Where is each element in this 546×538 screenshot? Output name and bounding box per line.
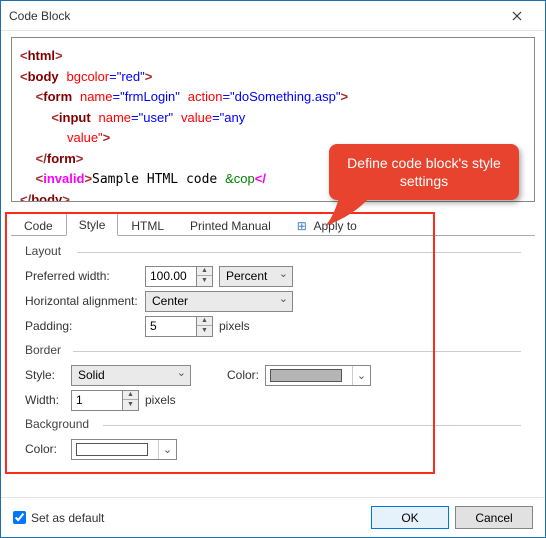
preferred-width-stepper[interactable]: ▲▼ [145,266,213,287]
background-group: Background Color: ⌄ [25,417,521,460]
tab-code[interactable]: Code [11,214,66,236]
border-width-unit: pixels [145,393,176,407]
callout-line1: Define code block's style [347,155,501,171]
step-up-icon[interactable]: ▲ [197,267,212,277]
titlebar: Code Block [1,1,545,31]
layout-legend: Layout [25,244,521,262]
width-unit-select[interactable]: PercentPixels [219,266,293,287]
border-width-label: Width: [25,393,71,407]
color-swatch [76,443,148,456]
border-color-label: Color: [227,368,259,382]
stepper-buttons[interactable]: ▲▼ [196,267,212,286]
code-block-dialog: Code Block <html> <body bgcolor="red"> <… [0,0,546,538]
step-up-icon[interactable]: ▲ [197,317,212,327]
step-up-icon[interactable]: ▲ [123,391,138,401]
callout-tail-icon [329,198,377,228]
bg-color-label: Color: [25,442,71,456]
bg-color-picker[interactable]: ⌄ [71,439,177,460]
stepper-buttons[interactable]: ▲▼ [196,317,212,336]
step-down-icon[interactable]: ▼ [197,276,212,285]
step-down-icon[interactable]: ▼ [123,400,138,409]
tab-html[interactable]: HTML [118,214,177,236]
border-style-label: Style: [25,368,71,382]
window-title: Code Block [9,9,497,23]
set-default-checkbox-label[interactable]: Set as default [13,511,104,525]
style-panel: Layout Preferred width: ▲▼ PercentPixels… [11,236,535,476]
padding-stepper[interactable]: ▲▼ [145,316,213,337]
set-default-text: Set as default [31,511,104,525]
padding-unit-label: pixels [219,319,250,333]
border-color-picker[interactable]: ⌄ [265,365,371,386]
preferred-width-label: Preferred width: [25,269,145,283]
grid-icon: ⊞ [297,219,307,233]
callout-line2: settings [400,173,448,189]
close-button[interactable] [497,2,537,30]
background-legend: Background [25,417,521,435]
chevron-down-icon: ⌄ [352,366,370,385]
stepper-buttons[interactable]: ▲▼ [122,391,138,410]
border-width-input[interactable] [72,391,122,410]
layout-group: Layout Preferred width: ▲▼ PercentPixels… [25,244,521,337]
chevron-down-icon: ⌄ [158,440,176,459]
tab-bar: CodeStyleHTMLPrinted Manual⊞ Apply to [11,212,535,236]
tab-printed-manual[interactable]: Printed Manual [177,214,284,236]
dialog-content: <html> <body bgcolor="red"> <form name="… [1,31,545,497]
border-group: Border Style: NoneSolidDashedDotted Colo… [25,343,521,411]
border-legend: Border [25,343,521,361]
dialog-footer: Set as default OK Cancel [1,497,545,537]
preferred-width-input[interactable] [146,267,196,286]
callout-annotation: Define code block's style settings [329,144,519,200]
halign-select[interactable]: LeftCenterRight [145,291,293,312]
padding-input[interactable] [146,317,196,336]
border-width-stepper[interactable]: ▲▼ [71,390,139,411]
tab-style[interactable]: Style [66,213,119,236]
set-default-checkbox[interactable] [13,511,26,524]
ok-button[interactable]: OK [371,506,449,529]
border-style-select[interactable]: NoneSolidDashedDotted [71,365,191,386]
halign-label: Horizontal alignment: [25,294,145,308]
close-icon [512,11,522,21]
cancel-button[interactable]: Cancel [455,506,533,529]
color-swatch [270,369,342,382]
step-down-icon[interactable]: ▼ [197,326,212,335]
padding-label: Padding: [25,319,145,333]
